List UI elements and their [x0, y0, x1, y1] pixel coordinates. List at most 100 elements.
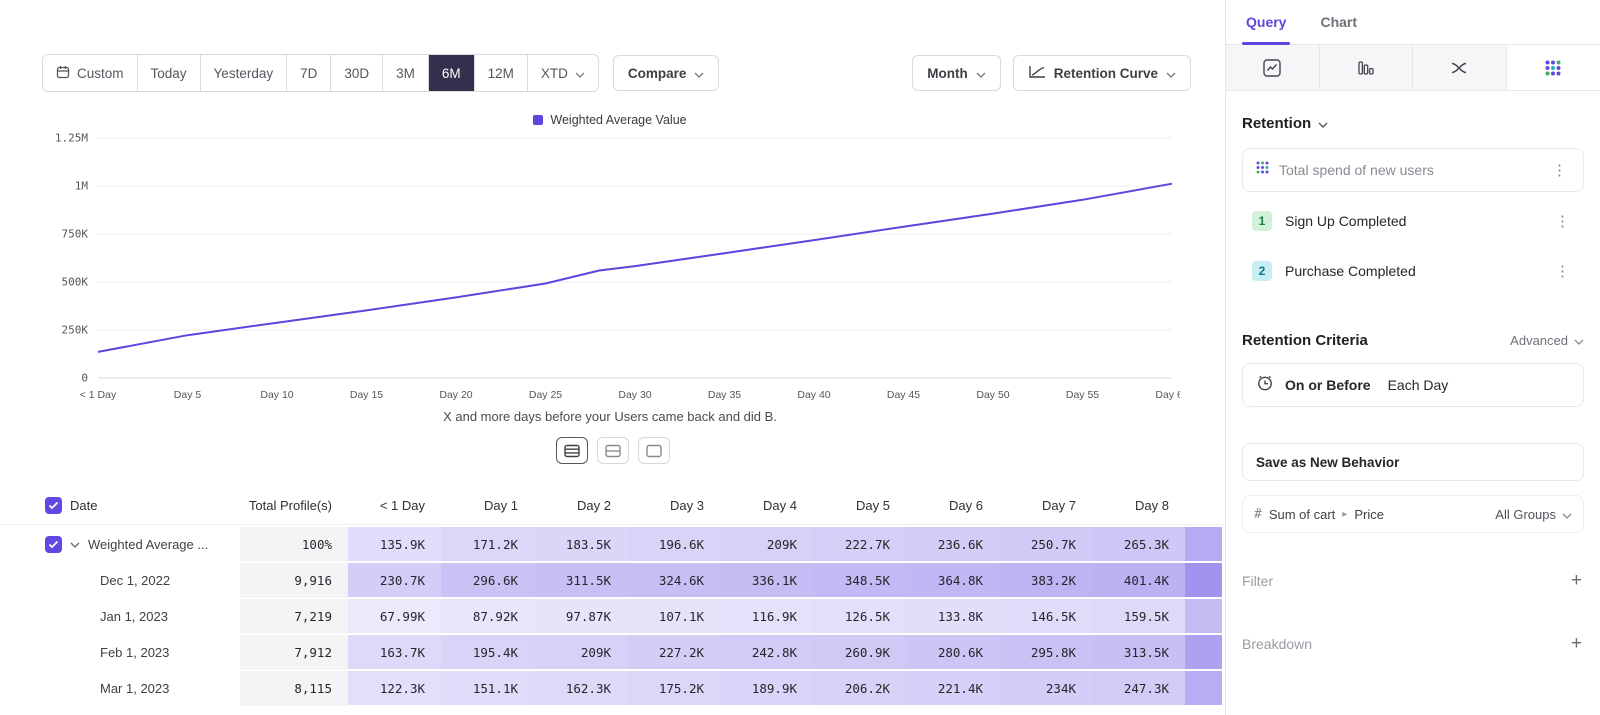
step-row-1[interactable]: 1 Sign Up Completed ⋮ — [1242, 200, 1584, 242]
retention-value-cell[interactable]: 295.8K — [999, 635, 1092, 670]
chart-view-button[interactable]: Retention Curve — [1013, 55, 1191, 91]
advanced-label: Advanced — [1510, 333, 1568, 348]
kebab-menu-icon[interactable]: ⋮ — [1551, 212, 1574, 231]
advanced-toggle[interactable]: Advanced — [1510, 333, 1584, 348]
retention-value-cell[interactable]: 336.1K — [720, 563, 813, 598]
retention-value-cell[interactable]: 364.8K — [906, 563, 999, 598]
funnels-icon[interactable] — [1320, 45, 1414, 90]
row-label-cell[interactable]: Feb 1, 2023 — [0, 635, 240, 670]
retention-value-cell[interactable]: 265.3K — [1092, 527, 1185, 562]
row-label-cell[interactable]: Weighted Average ... — [0, 527, 240, 562]
retention-value-cell[interactable]: 206.2K — [813, 671, 906, 706]
step-row-2[interactable]: 2 Purchase Completed ⋮ — [1242, 250, 1584, 292]
retention-value-cell[interactable]: 183.5K — [534, 527, 627, 562]
row-label: Weighted Average ... — [88, 537, 208, 552]
retention-value-cell[interactable]: 250.7K — [999, 527, 1092, 562]
retention-value-cell[interactable]: 260.9K — [813, 635, 906, 670]
range-custom-button[interactable]: Custom — [43, 55, 137, 91]
column-header: Day 7 — [999, 487, 1092, 524]
chevron-down-icon[interactable] — [70, 542, 80, 548]
retention-value-cell[interactable]: 126.5K — [813, 599, 906, 634]
add-breakdown-button[interactable]: + — [1569, 634, 1584, 653]
retention-value-cell[interactable]: 151.1K — [441, 671, 534, 706]
range-today-button[interactable]: Today — [137, 55, 200, 91]
report-type-tabs — [1226, 45, 1600, 91]
retention-value-cell[interactable]: 135.9K — [348, 527, 441, 562]
insights-icon[interactable] — [1226, 45, 1320, 90]
retention-section-header[interactable]: Retention — [1242, 115, 1584, 132]
range-30d-button[interactable]: 30D — [330, 55, 382, 91]
retention-value-cell[interactable]: 311.5K — [534, 563, 627, 598]
range-xtd-button[interactable]: XTD — [527, 55, 598, 91]
cutoff-value-cell — [1185, 527, 1222, 562]
retention-value-cell[interactable]: 234K — [999, 671, 1092, 706]
row-label-cell[interactable]: Mar 1, 2023 — [0, 671, 240, 706]
retention-value-cell[interactable]: 189.9K — [720, 671, 813, 706]
save-as-new-behavior-button[interactable]: Save as New Behavior — [1242, 443, 1584, 481]
layout-split-rows-button[interactable] — [556, 437, 588, 464]
retention-value-cell[interactable]: 107.1K — [627, 599, 720, 634]
layout-two-rows-button[interactable] — [597, 437, 629, 464]
retention-value-cell[interactable]: 222.7K — [813, 527, 906, 562]
retention-value-cell[interactable]: 227.2K — [627, 635, 720, 670]
flows-icon[interactable] — [1413, 45, 1507, 90]
range-12m-button[interactable]: 12M — [474, 55, 527, 91]
add-filter-button[interactable]: + — [1569, 571, 1584, 590]
arrow-right-icon: ▸ — [1342, 509, 1347, 520]
kebab-menu-icon[interactable]: ⋮ — [1551, 262, 1574, 281]
chevron-down-icon — [976, 66, 986, 81]
row-label-cell[interactable]: Jan 1, 2023 — [0, 599, 240, 634]
retention-value-cell[interactable]: 175.2K — [627, 671, 720, 706]
retention-value-cell[interactable]: 116.9K — [720, 599, 813, 634]
svg-text:Day 40: Day 40 — [797, 389, 830, 401]
retention-value-cell[interactable]: 401.4K — [1092, 563, 1185, 598]
retention-value-cell[interactable]: 171.2K — [441, 527, 534, 562]
svg-text:Day 50: Day 50 — [976, 389, 1009, 401]
retention-value-cell[interactable]: 209K — [534, 635, 627, 670]
retention-value-cell[interactable]: 97.87K — [534, 599, 627, 634]
retention-value-cell[interactable]: 383.2K — [999, 563, 1092, 598]
retention-timing-row[interactable]: On or Before Each Day — [1242, 363, 1584, 407]
retention-value-cell[interactable]: 133.8K — [906, 599, 999, 634]
retention-value-cell[interactable]: 348.5K — [813, 563, 906, 598]
row-checkbox[interactable] — [45, 536, 62, 553]
retention-value-cell[interactable]: 280.6K — [906, 635, 999, 670]
retention-value-cell[interactable]: 296.6K — [441, 563, 534, 598]
retention-value-cell[interactable]: 87.92K — [441, 599, 534, 634]
retention-value-cell[interactable]: 247.3K — [1092, 671, 1185, 706]
retention-value-cell[interactable]: 196.6K — [627, 527, 720, 562]
layout-single-row-button[interactable] — [638, 437, 670, 464]
range-yesterday-button[interactable]: Yesterday — [200, 55, 287, 91]
retention-icon[interactable] — [1507, 45, 1600, 90]
compare-button[interactable]: Compare — [613, 55, 720, 91]
retention-value-cell[interactable]: 163.7K — [348, 635, 441, 670]
column-header: Day 2 — [534, 487, 627, 524]
retention-value-cell[interactable]: 67.99K — [348, 599, 441, 634]
retention-value-cell[interactable]: 146.5K — [999, 599, 1092, 634]
retention-value-cell[interactable]: 324.6K — [627, 563, 720, 598]
select-all-checkbox[interactable] — [45, 497, 62, 514]
column-header: < 1 Day — [348, 487, 441, 524]
retention-value-cell[interactable]: 122.3K — [348, 671, 441, 706]
range-7d-button[interactable]: 7D — [286, 55, 330, 91]
measure-row[interactable]: # Sum of cart ▸ Price All Groups — [1242, 495, 1584, 533]
retention-value-cell[interactable]: 230.7K — [348, 563, 441, 598]
range-3m-button[interactable]: 3M — [382, 55, 428, 91]
row-label-cell[interactable]: Dec 1, 2022 — [0, 563, 240, 598]
range-6m-button[interactable]: 6M — [428, 55, 474, 91]
retention-value-cell[interactable]: 313.5K — [1092, 635, 1185, 670]
retention-value-cell[interactable]: 195.4K — [441, 635, 534, 670]
retention-value-cell[interactable]: 159.5K — [1092, 599, 1185, 634]
retention-value-cell[interactable]: 209K — [720, 527, 813, 562]
kebab-menu-icon[interactable]: ⋮ — [1548, 161, 1571, 180]
tab-chart[interactable]: Chart — [1316, 0, 1361, 44]
retention-value-cell[interactable]: 162.3K — [534, 671, 627, 706]
tab-query[interactable]: Query — [1242, 0, 1290, 44]
retention-value-cell[interactable]: 221.4K — [906, 671, 999, 706]
all-groups-dropdown[interactable]: All Groups — [1495, 507, 1572, 522]
retention-value-cell[interactable]: 236.6K — [906, 527, 999, 562]
retention-value-cell[interactable]: 242.8K — [720, 635, 813, 670]
behavior-card[interactable]: Total spend of new users ⋮ — [1242, 148, 1584, 192]
granularity-button[interactable]: Month — [912, 55, 1000, 91]
sidebar-content: Retention Total spend of new users ⋮ 1 S… — [1226, 115, 1600, 653]
